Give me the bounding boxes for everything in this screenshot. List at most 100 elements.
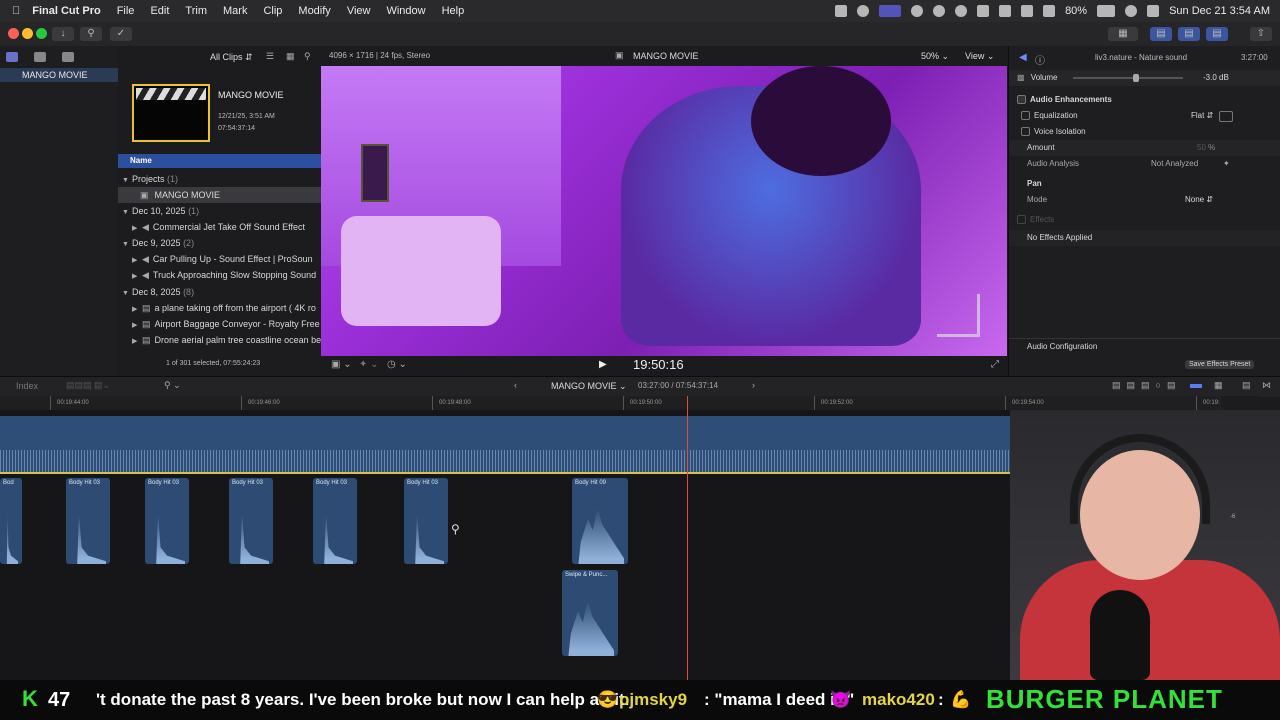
menu-edit[interactable]: Edit xyxy=(150,5,169,17)
play-icon[interactable] xyxy=(955,5,968,17)
audio-config-header[interactable]: Audio Configuration xyxy=(1009,338,1280,355)
screen-share-icon[interactable] xyxy=(879,5,902,17)
disclosure-icon[interactable]: ▼ xyxy=(122,286,132,300)
audio-enhancements-header[interactable]: Audio Enhancements xyxy=(1009,92,1280,108)
list-item[interactable]: ▶ ◀ Car Pulling Up - Sound Effect | ProSou… xyxy=(118,251,335,267)
library-item[interactable]: MANGO MOVIE xyxy=(0,68,118,82)
close-button[interactable] xyxy=(8,28,19,39)
list-item[interactable]: ▼ Projects (1) xyxy=(118,171,325,187)
play-button[interactable]: ▶ xyxy=(599,359,607,370)
status-icon[interactable] xyxy=(933,5,946,17)
volume-icon[interactable] xyxy=(977,5,990,17)
eq-dropdown[interactable]: Flat ⇵ xyxy=(1191,108,1213,124)
menu-modify[interactable]: Modify xyxy=(298,5,330,17)
voice-isolation-checkbox[interactable] xyxy=(1021,127,1030,137)
disclosure-icon[interactable]: ▼ xyxy=(122,205,132,219)
list-view-icon[interactable]: ☰ xyxy=(266,51,274,62)
eq-graph-icon[interactable] xyxy=(1219,111,1233,122)
back-icon[interactable]: ‹ xyxy=(514,380,517,390)
index-button[interactable]: Index xyxy=(16,381,38,391)
list-item[interactable]: ▼ Dec 10, 2025 (1) xyxy=(118,203,325,219)
disclosure-icon[interactable]: ▼ xyxy=(122,237,132,251)
photos-icon[interactable] xyxy=(34,52,46,62)
audio-clip[interactable]: Body Hit 03 xyxy=(229,478,273,564)
menu-window[interactable]: Window xyxy=(386,5,425,17)
volume-value[interactable]: -3.0 dB xyxy=(1203,70,1229,86)
search-icon[interactable]: ⚲ xyxy=(304,51,311,62)
audio-clip[interactable]: Body Hit 09 xyxy=(572,478,628,564)
list-item[interactable]: ▶ ◀ Commercial Jet Take Off Sound Effect xyxy=(118,219,335,235)
equalization-checkbox[interactable] xyxy=(1021,111,1030,121)
forward-icon[interactable]: › xyxy=(752,380,755,390)
menu-clip[interactable]: Clip xyxy=(263,5,282,17)
magic-wand-icon[interactable]: ✦ xyxy=(1223,156,1230,172)
menu-file[interactable]: File xyxy=(117,5,135,17)
clock[interactable]: Sun Dec 21 3:54 AM xyxy=(1169,5,1270,17)
minimize-button[interactable] xyxy=(22,28,33,39)
audio-clip[interactable]: Bod xyxy=(0,478,22,564)
mode-dropdown[interactable]: None ⇵ xyxy=(1185,192,1213,208)
audio-clip[interactable]: Body Hit 03 xyxy=(145,478,189,564)
keywords-button[interactable]: ⚲ xyxy=(80,27,102,41)
speed-icon[interactable]: ◷ ⌄ xyxy=(387,359,407,370)
clip-filter-dropdown[interactable]: All Clips ⇵ xyxy=(210,52,253,63)
audio-clip[interactable]: Body Hit 03 xyxy=(66,478,110,564)
disclosure-icon[interactable]: ▼ xyxy=(122,173,132,187)
bluetooth-icon[interactable] xyxy=(1021,5,1034,17)
playhead[interactable] xyxy=(687,396,688,680)
library-icon[interactable] xyxy=(6,52,18,62)
effects-browser-icon[interactable]: ▤ xyxy=(1242,380,1251,391)
snapping-icon[interactable] xyxy=(1190,384,1202,388)
zoom-button[interactable] xyxy=(36,28,47,39)
clip-appearance-icon[interactable]: ▦ xyxy=(1214,380,1223,391)
viewer-options-icon[interactable]: ▣ ⌄ xyxy=(331,359,352,370)
info-icon[interactable]: ⓘ xyxy=(1035,52,1045,67)
volume-slider[interactable] xyxy=(1073,74,1183,82)
disclosure-icon[interactable]: ▶ xyxy=(132,269,142,283)
status-icon[interactable] xyxy=(835,5,848,17)
effects-header[interactable]: Effects xyxy=(1009,212,1280,228)
audio-inspector-icon[interactable]: ◀ xyxy=(1019,52,1027,63)
audio-clip[interactable]: Body Hit 03 xyxy=(404,478,448,564)
column-header[interactable]: Name xyxy=(118,154,321,168)
wifi-icon[interactable] xyxy=(1043,5,1056,17)
disclosure-icon[interactable]: ▶ xyxy=(132,221,142,235)
fullscreen-icon[interactable]: ⤢ xyxy=(991,359,999,370)
zoom-dropdown[interactable]: 50% ⌄ xyxy=(921,51,949,62)
import-button[interactable]: ↓ xyxy=(52,27,74,41)
menu-view[interactable]: View xyxy=(347,5,371,17)
menu-help[interactable]: Help xyxy=(442,5,465,17)
search-icon[interactable] xyxy=(1125,5,1138,17)
browser-toggle-button[interactable]: ▤ xyxy=(1150,27,1172,41)
zoom-tool-icon[interactable]: ⚲ ⌄ xyxy=(164,380,181,391)
disclosure-icon[interactable]: ▶ xyxy=(132,302,142,316)
transform-icon[interactable]: ✦ ⌄ xyxy=(359,359,379,370)
menu-trim[interactable]: Trim xyxy=(185,5,207,17)
control-center-icon[interactable] xyxy=(1147,5,1160,17)
share-button[interactable]: ⇧ xyxy=(1250,27,1272,41)
inspector-toggle-button[interactable]: ▤ xyxy=(1206,27,1228,41)
edit-tools-icon[interactable]: ▤▤▤ ▤⌄ xyxy=(66,380,110,391)
video-viewer[interactable] xyxy=(321,66,1007,356)
disclosure-icon[interactable]: ▶ xyxy=(132,253,142,267)
app-menu[interactable]: Final Cut Pro xyxy=(32,5,100,17)
clip-appearance-icon[interactable]: ▦ xyxy=(286,51,295,62)
timecode-display[interactable]: 19:50:16 xyxy=(633,357,684,372)
disclosure-icon[interactable]: ▶ xyxy=(132,318,142,332)
timeline-toggle-button[interactable]: ▤ xyxy=(1178,27,1200,41)
transitions-icon[interactable]: ⋈ xyxy=(1262,380,1271,391)
list-item[interactable]: ▶ ◀ Truck Approaching Slow Stopping Sound xyxy=(118,267,335,283)
audio-clip[interactable]: Swipe & Punc... xyxy=(562,570,618,656)
effects-checkbox[interactable] xyxy=(1017,215,1026,225)
view-dropdown[interactable]: View ⌄ xyxy=(965,51,994,62)
list-item[interactable]: ▶ ▤ a plane taking off from the airport ( … xyxy=(118,300,335,316)
pan-header[interactable]: Pan xyxy=(1009,176,1280,192)
timeline-tools-icon[interactable]: ▤▤▤○▤ xyxy=(1112,380,1181,391)
display-icon[interactable] xyxy=(999,5,1012,17)
list-item[interactable]: ▶ ▤ Drone aerial palm tree coastline ocean… xyxy=(118,332,335,348)
amount-value[interactable]: 50 % xyxy=(1197,140,1215,156)
audio-clip[interactable]: Body Hit 03 xyxy=(313,478,357,564)
list-item[interactable]: ▣ MANGO MOVIE xyxy=(118,187,343,203)
list-item[interactable]: ▼ Dec 8, 2025 (8) xyxy=(118,284,325,300)
background-tasks-button[interactable]: ✓ xyxy=(110,27,132,41)
